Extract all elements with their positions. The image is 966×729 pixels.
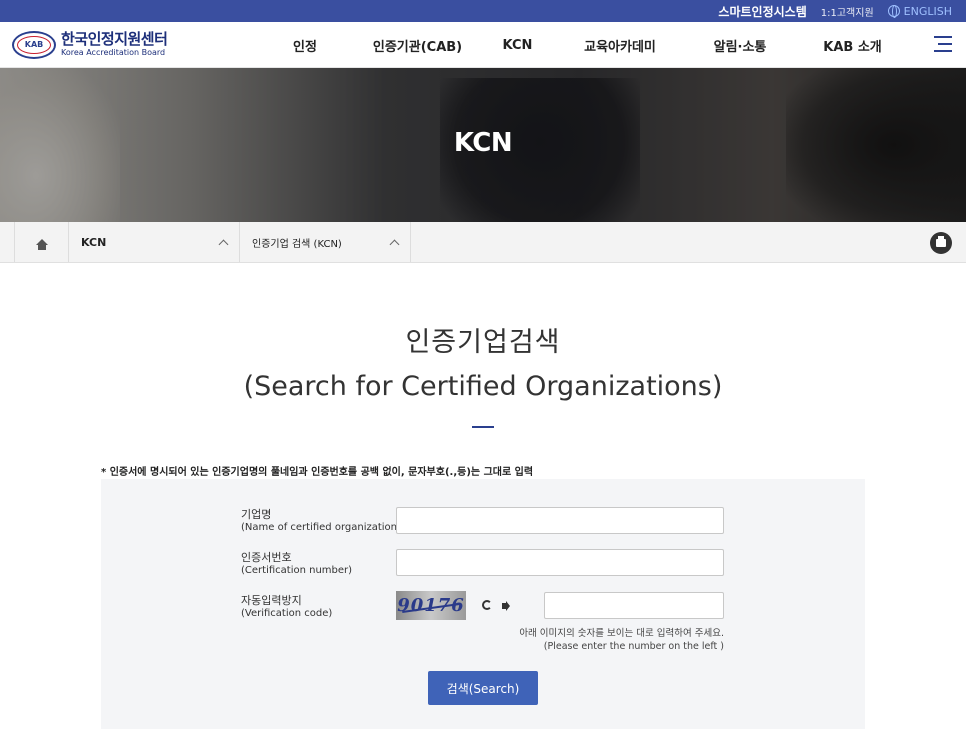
- logo-title-ko: 한국인정지원센터: [61, 30, 168, 48]
- smart-system-link[interactable]: 스마트인정시스템: [718, 3, 806, 20]
- english-link[interactable]: ENGLISH: [887, 4, 952, 18]
- utility-bar: 스마트인정시스템 1:1고객지원 ENGLISH: [0, 0, 966, 22]
- breadcrumb: KCN 인증기업 검색 (KCN): [0, 222, 966, 263]
- org-name-label: 기업명 (Name of certified organization): [241, 508, 401, 533]
- globe-icon: [887, 5, 900, 18]
- cert-number-label: 인증서번호 (Certification number): [241, 551, 353, 576]
- site-header: KAB 한국인정지원센터 Korea Accreditation Board 인…: [0, 22, 966, 68]
- captcha-hint: 아래 이미지의 숫자를 보이는 대로 입력하여 주세요. (Please ent…: [519, 628, 724, 652]
- print-icon: [936, 236, 946, 247]
- input-notice: * 인증서에 명시되어 있는 인증기업명의 풀네임과 인증번호를 공백 없이, …: [101, 467, 534, 478]
- breadcrumb-label: KCN: [81, 235, 107, 249]
- page-title-ko: 인증기업검색: [405, 327, 561, 358]
- chevron-up-icon: [389, 239, 400, 249]
- nav-item-academy[interactable]: 교육아카데미: [550, 36, 690, 55]
- cert-number-input[interactable]: [396, 549, 724, 576]
- main-nav: 인정 인증기관(CAB) KCN 교육아카데미 알림·소통 KAB 소개: [260, 22, 915, 68]
- breadcrumb-dropdown-search[interactable]: 인증기업 검색 (KCN): [240, 222, 411, 262]
- print-button[interactable]: [930, 232, 952, 254]
- hero-title: KCN: [453, 128, 513, 158]
- home-icon: [35, 239, 48, 250]
- nav-item-kcn[interactable]: KCN: [485, 38, 550, 53]
- nav-item-accreditation[interactable]: 인정: [260, 36, 350, 55]
- chevron-up-icon: [218, 239, 229, 249]
- search-form: 기업명 (Name of certified organization) 인증서…: [101, 479, 865, 729]
- breadcrumb-label: 인증기업 검색 (KCN): [252, 238, 342, 250]
- menu-icon[interactable]: [934, 36, 952, 52]
- nav-item-cab[interactable]: 인증기관(CAB): [350, 36, 485, 55]
- captcha-image: 90176: [396, 591, 466, 620]
- home-button[interactable]: [14, 222, 69, 262]
- nav-item-about[interactable]: KAB 소개: [790, 36, 915, 55]
- kab-logo-icon: KAB: [12, 30, 56, 59]
- english-label: ENGLISH: [903, 4, 952, 18]
- site-logo[interactable]: KAB 한국인정지원센터 Korea Accreditation Board: [12, 30, 262, 59]
- page-title: 인증기업검색 (Search for Certified Organizatio…: [0, 323, 966, 428]
- search-button[interactable]: 검색(Search): [428, 671, 538, 705]
- verification-label: 자동입력방지 (Verification code): [241, 594, 333, 619]
- title-divider: [472, 426, 494, 428]
- org-name-input[interactable]: [396, 507, 724, 534]
- customer-support-link[interactable]: 1:1고객지원: [821, 4, 874, 19]
- logo-title-en: Korea Accreditation Board: [61, 48, 166, 57]
- nav-item-notice[interactable]: 알림·소통: [690, 36, 790, 55]
- speaker-icon[interactable]: [502, 601, 510, 611]
- verification-input[interactable]: [544, 592, 724, 619]
- page-title-en: (Search for Certified Organizations): [243, 371, 723, 402]
- refresh-icon[interactable]: [482, 600, 492, 610]
- breadcrumb-dropdown-kcn[interactable]: KCN: [69, 222, 240, 262]
- hero-banner: KCN: [0, 68, 966, 222]
